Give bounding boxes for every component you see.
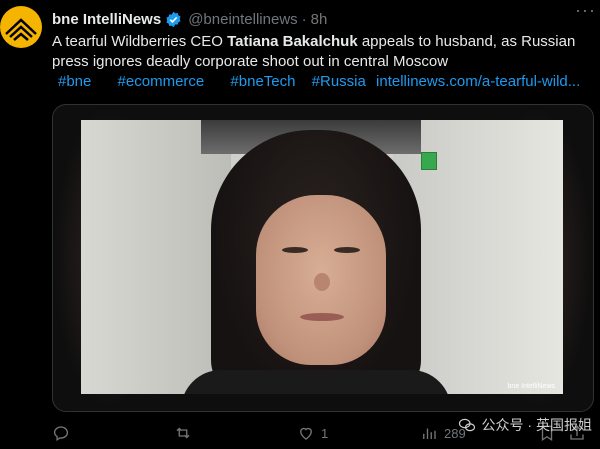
views-icon bbox=[423, 428, 436, 439]
wechat-watermark: 公众号 · 英国报姐 bbox=[458, 415, 592, 435]
reply-icon bbox=[53, 426, 69, 442]
video-media[interactable]: bne IntelliNews bbox=[52, 104, 594, 412]
person-face bbox=[256, 195, 386, 365]
like-icon bbox=[300, 427, 312, 440]
avatar[interactable] bbox=[0, 6, 42, 48]
wechat-icon bbox=[458, 418, 475, 432]
reply-button[interactable] bbox=[52, 424, 70, 442]
hashtag[interactable]: #ecommerce bbox=[118, 73, 205, 90]
mouth bbox=[300, 313, 344, 321]
like-button[interactable]: 1 bbox=[297, 424, 328, 442]
tweet-text: A tearful Wildberries CEO Tatiana Bakalc… bbox=[52, 32, 592, 72]
wechat-label: 公众号 · 英国报姐 bbox=[481, 417, 592, 433]
person-shoulders bbox=[181, 370, 451, 394]
verified-badge-icon bbox=[166, 11, 181, 27]
tweet-text-pre: A tearful Wildberries CEO bbox=[52, 33, 228, 50]
hashtag[interactable]: #bneTech bbox=[230, 73, 295, 90]
hashtag[interactable]: #bne bbox=[58, 73, 91, 90]
eye bbox=[282, 247, 308, 253]
like-count: 1 bbox=[321, 425, 329, 441]
eye bbox=[334, 247, 360, 253]
background-wall bbox=[81, 120, 231, 394]
separator-dot: · bbox=[301, 10, 307, 28]
retweet-button[interactable] bbox=[174, 424, 192, 442]
handle[interactable]: @bneintellinews bbox=[188, 11, 297, 28]
tweet-text-bold: Tatiana Bakalchuk bbox=[227, 33, 358, 50]
exit-sign bbox=[421, 152, 437, 170]
article-link[interactable]: intellinews.com/a-tearful-wild... bbox=[376, 73, 580, 90]
video-frame[interactable]: bne IntelliNews bbox=[81, 120, 563, 394]
retweet-icon bbox=[176, 427, 190, 439]
nose bbox=[314, 273, 330, 291]
video-watermark: bne IntelliNews bbox=[507, 383, 555, 390]
hashtag[interactable]: #Russia bbox=[312, 73, 366, 90]
avatar-logo bbox=[5, 18, 37, 41]
more-icon[interactable]: ··· bbox=[575, 0, 596, 21]
timestamp[interactable]: 8h bbox=[311, 11, 328, 28]
tweet-header: bne IntelliNews @bneintellinews · 8h bbox=[52, 8, 592, 30]
display-name[interactable]: bne IntelliNews bbox=[52, 11, 161, 28]
hashtag-row: #bne #ecommerce #bneTech #Russia intelli… bbox=[58, 72, 580, 92]
